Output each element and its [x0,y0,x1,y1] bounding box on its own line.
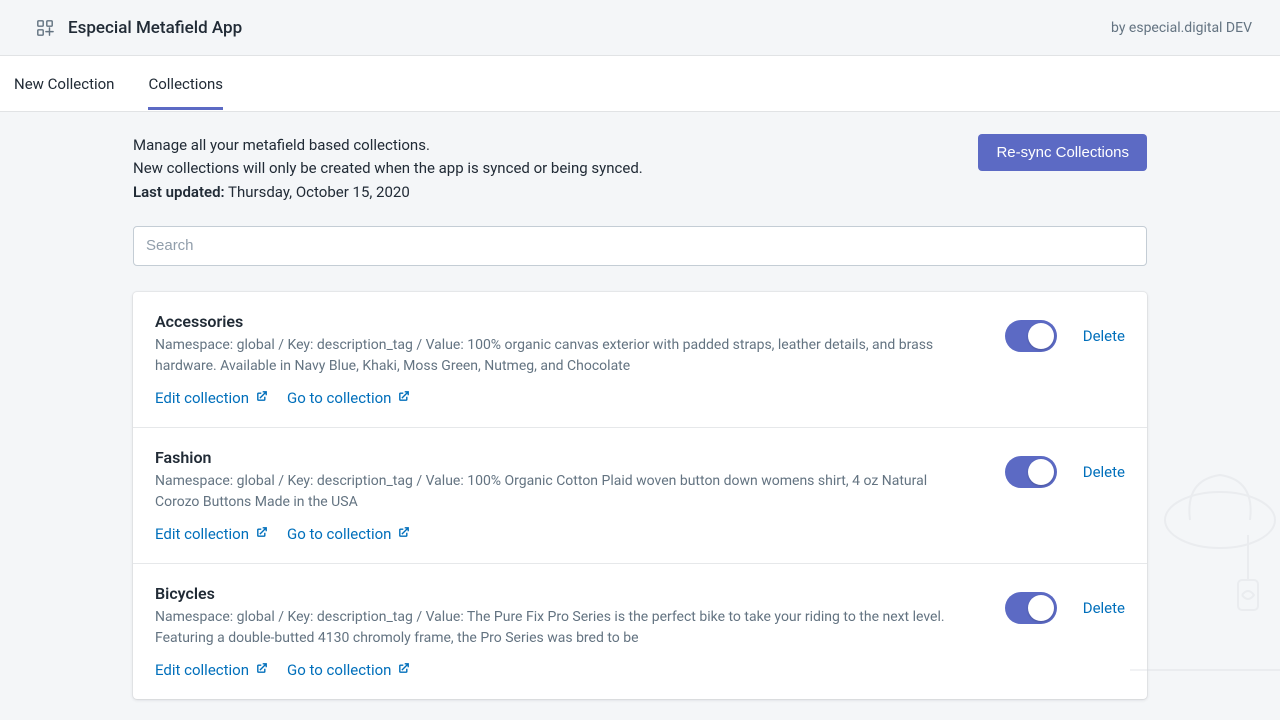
tab-collections[interactable]: Collections [148,57,223,110]
delete-link[interactable]: Delete [1083,463,1125,481]
item-links: Edit collection Go to collection [155,661,975,679]
delete-link[interactable]: Delete [1083,599,1125,617]
intro-line1: Manage all your metafield based collecti… [133,134,643,157]
item-links: Edit collection Go to collection [155,389,975,407]
spacer [133,266,1147,292]
page-content: Manage all your metafield based collecti… [133,112,1147,699]
external-link-icon [255,525,269,543]
item-main: Fashion Namespace: global / Key: descrip… [155,448,975,543]
search-input[interactable] [133,226,1147,266]
edit-collection-label: Edit collection [155,661,249,679]
item-description: Namespace: global / Key: description_tag… [155,607,945,649]
item-description: Namespace: global / Key: description_tag… [155,471,945,513]
enable-toggle[interactable] [1005,592,1057,624]
edit-collection-label: Edit collection [155,389,249,407]
app-byline: by especial.digital DEV [1111,20,1252,36]
item-title: Accessories [155,312,975,331]
resync-button[interactable]: Re-sync Collections [978,134,1147,171]
external-link-icon [255,389,269,407]
external-link-icon [397,661,411,679]
decorative-illustration [1130,460,1280,680]
last-updated-label: Last updated: [133,183,225,201]
list-item: Accessories Namespace: global / Key: des… [133,292,1147,428]
edit-collection-link[interactable]: Edit collection [155,525,269,543]
list-item: Bicycles Namespace: global / Key: descri… [133,564,1147,699]
last-updated-value: Thursday, October 15, 2020 [228,183,410,201]
intro-line2: New collections will only be created whe… [133,157,643,180]
item-main: Bicycles Namespace: global / Key: descri… [155,584,975,679]
app-grid-icon [36,19,54,37]
item-main: Accessories Namespace: global / Key: des… [155,312,975,407]
goto-collection-link[interactable]: Go to collection [287,389,411,407]
topbar: Especial Metafield App by especial.digit… [0,0,1280,56]
delete-link[interactable]: Delete [1083,327,1125,345]
item-links: Edit collection Go to collection [155,525,975,543]
edit-collection-label: Edit collection [155,525,249,543]
item-description: Namespace: global / Key: description_tag… [155,335,945,377]
app-title: Especial Metafield App [68,18,242,38]
item-actions: Delete [1005,312,1125,352]
search-wrap [133,226,1147,266]
enable-toggle[interactable] [1005,320,1057,352]
external-link-icon [255,661,269,679]
goto-collection-label: Go to collection [287,389,391,407]
tabbar: New Collection Collections [0,56,1280,112]
intro-last-updated: Last updated: Thursday, October 15, 2020 [133,181,643,204]
goto-collection-label: Go to collection [287,525,391,543]
goto-collection-label: Go to collection [287,661,391,679]
topbar-left: Especial Metafield App [36,18,242,38]
list-item: Fashion Namespace: global / Key: descrip… [133,428,1147,564]
external-link-icon [397,525,411,543]
enable-toggle[interactable] [1005,456,1057,488]
intro-text: Manage all your metafield based collecti… [133,134,643,204]
edit-collection-link[interactable]: Edit collection [155,661,269,679]
goto-collection-link[interactable]: Go to collection [287,661,411,679]
intro-row: Manage all your metafield based collecti… [133,134,1147,204]
item-actions: Delete [1005,584,1125,624]
collections-list: Accessories Namespace: global / Key: des… [133,292,1147,699]
item-title: Fashion [155,448,975,467]
item-title: Bicycles [155,584,975,603]
tab-new-collection[interactable]: New Collection [14,57,114,110]
goto-collection-link[interactable]: Go to collection [287,525,411,543]
edit-collection-link[interactable]: Edit collection [155,389,269,407]
item-actions: Delete [1005,448,1125,488]
external-link-icon [397,389,411,407]
